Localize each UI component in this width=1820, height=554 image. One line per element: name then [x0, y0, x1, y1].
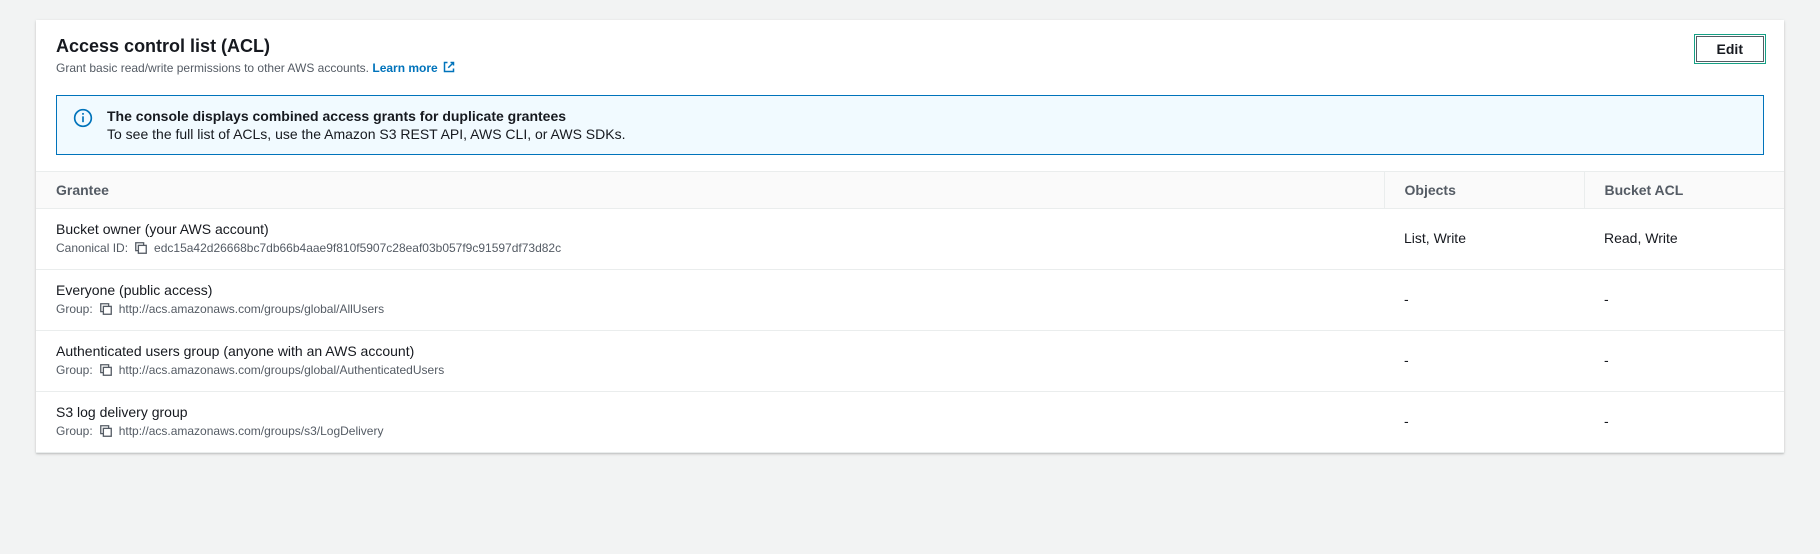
acl-table: Grantee Objects Bucket ACL Bucket owner … — [36, 171, 1784, 453]
panel-description-text: Grant basic read/write permissions to ot… — [56, 61, 369, 75]
cell-objects: List, Write — [1384, 209, 1584, 270]
grantee-sub-value: http://acs.amazonaws.com/groups/global/A… — [119, 302, 384, 316]
grantee-sub-label: Group: — [56, 424, 93, 438]
cell-objects: - — [1384, 331, 1584, 392]
cell-grantee: Bucket owner (your AWS account) Canonica… — [36, 209, 1384, 270]
cell-bucket-acl: - — [1584, 270, 1784, 331]
cell-bucket-acl: - — [1584, 392, 1784, 453]
info-body: To see the full list of ACLs, use the Am… — [107, 126, 626, 142]
cell-grantee: Everyone (public access) Group: http://a… — [36, 270, 1384, 331]
grantee-sub: Group: http://acs.amazonaws.com/groups/g… — [56, 363, 1364, 377]
table-row: S3 log delivery group Group: http://acs.… — [36, 392, 1784, 453]
copy-icon[interactable] — [134, 241, 148, 255]
cell-grantee: S3 log delivery group Group: http://acs.… — [36, 392, 1384, 453]
grantee-sub: Group: http://acs.amazonaws.com/groups/g… — [56, 302, 1364, 316]
cell-objects: - — [1384, 270, 1584, 331]
table-row: Bucket owner (your AWS account) Canonica… — [36, 209, 1784, 270]
header-text-block: Access control list (ACL) Grant basic re… — [56, 36, 455, 75]
copy-icon[interactable] — [99, 424, 113, 438]
grantee-sub-value: edc15a42d26668bc7db66b4aae9f810f5907c28e… — [154, 241, 561, 255]
table-row: Everyone (public access) Group: http://a… — [36, 270, 1784, 331]
info-text: The console displays combined access gra… — [107, 108, 626, 142]
cell-objects: - — [1384, 392, 1584, 453]
grantee-sub: Group: http://acs.amazonaws.com/groups/s… — [56, 424, 1364, 438]
info-alert: The console displays combined access gra… — [56, 95, 1764, 155]
grantee-name: Everyone (public access) — [56, 282, 1364, 298]
grantee-sub-label: Canonical ID: — [56, 241, 128, 255]
learn-more-link[interactable]: Learn more — [372, 61, 455, 75]
col-header-bucket-acl: Bucket ACL — [1584, 172, 1784, 209]
grantee-sub-label: Group: — [56, 302, 93, 316]
cell-grantee: Authenticated users group (anyone with a… — [36, 331, 1384, 392]
grantee-name: S3 log delivery group — [56, 404, 1364, 420]
grantee-sub-value: http://acs.amazonaws.com/groups/s3/LogDe… — [119, 424, 384, 438]
info-icon — [73, 108, 93, 128]
table-row: Authenticated users group (anyone with a… — [36, 331, 1784, 392]
grantee-sub-value: http://acs.amazonaws.com/groups/global/A… — [119, 363, 445, 377]
acl-panel: Access control list (ACL) Grant basic re… — [36, 20, 1784, 453]
grantee-name: Authenticated users group (anyone with a… — [56, 343, 1364, 359]
col-header-grantee: Grantee — [36, 172, 1384, 209]
info-title: The console displays combined access gra… — [107, 108, 626, 124]
edit-button[interactable]: Edit — [1696, 36, 1764, 62]
grantee-sub-label: Group: — [56, 363, 93, 377]
cell-bucket-acl: - — [1584, 331, 1784, 392]
learn-more-label: Learn more — [372, 61, 437, 75]
copy-icon[interactable] — [99, 363, 113, 377]
grantee-sub: Canonical ID: edc15a42d26668bc7db66b4aae… — [56, 241, 1364, 255]
panel-description: Grant basic read/write permissions to ot… — [56, 61, 455, 75]
copy-icon[interactable] — [99, 302, 113, 316]
panel-header: Access control list (ACL) Grant basic re… — [36, 20, 1784, 87]
external-link-icon — [443, 61, 455, 73]
table-header-row: Grantee Objects Bucket ACL — [36, 172, 1784, 209]
col-header-objects: Objects — [1384, 172, 1584, 209]
panel-title: Access control list (ACL) — [56, 36, 455, 57]
grantee-name: Bucket owner (your AWS account) — [56, 221, 1364, 237]
cell-bucket-acl: Read, Write — [1584, 209, 1784, 270]
